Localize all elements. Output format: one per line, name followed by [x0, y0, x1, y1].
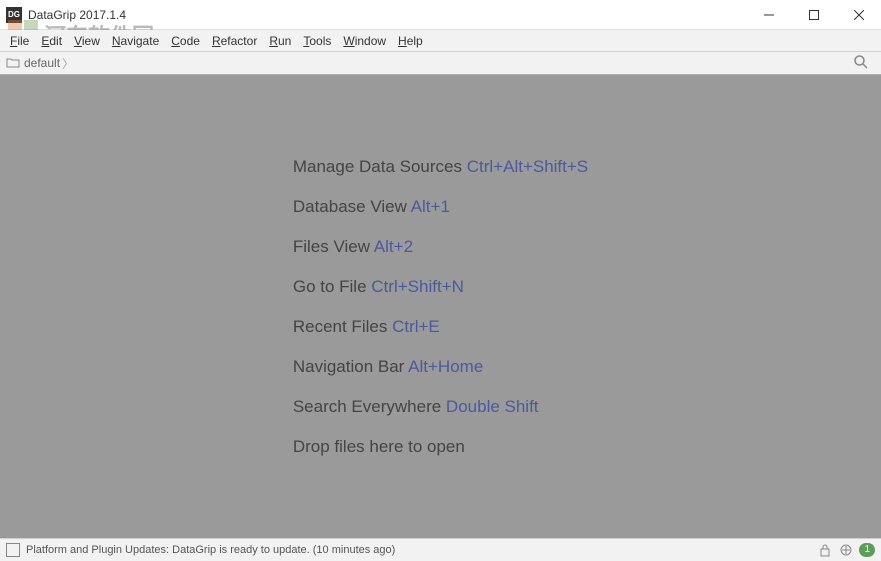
hint-navigation-bar: Navigation Bar Alt+Home	[293, 357, 588, 377]
hint-recent-files: Recent Files Ctrl+E	[293, 317, 588, 337]
tool-window-toggle-icon[interactable]	[6, 543, 20, 557]
minimize-button[interactable]	[746, 0, 791, 30]
menu-tools[interactable]: Tools	[297, 32, 337, 50]
hint-drop-files: Drop files here to open	[293, 437, 588, 457]
notification-badge[interactable]: 1	[859, 543, 875, 557]
menubar: File Edit View Navigate Code Refactor Ru…	[0, 30, 881, 52]
window-title: DataGrip 2017.1.4	[28, 8, 126, 22]
hint-database-view: Database View Alt+1	[293, 197, 588, 217]
hint-go-to-file: Go to File Ctrl+Shift+N	[293, 277, 588, 297]
hints-list: Manage Data Sources Ctrl+Alt+Shift+S Dat…	[293, 157, 588, 457]
maximize-button[interactable]	[791, 0, 836, 30]
search-icon[interactable]	[853, 54, 871, 72]
hint-files-view: Files View Alt+2	[293, 237, 588, 257]
app-icon: DG	[6, 7, 22, 23]
menu-help[interactable]: Help	[392, 32, 429, 50]
breadcrumb-bar: default 〉	[0, 52, 881, 75]
folder-icon	[6, 56, 20, 70]
menu-window[interactable]: Window	[337, 32, 392, 50]
menu-navigate[interactable]: Navigate	[106, 32, 165, 50]
hint-manage-data-sources: Manage Data Sources Ctrl+Alt+Shift+S	[293, 157, 588, 177]
menu-view[interactable]: View	[68, 32, 106, 50]
titlebar: DG DataGrip 2017.1.4	[0, 0, 881, 30]
editor-empty-state: Manage Data Sources Ctrl+Alt+Shift+S Dat…	[0, 75, 881, 538]
menu-file[interactable]: File	[4, 32, 35, 50]
breadcrumb-item[interactable]: default	[24, 56, 60, 70]
hint-search-everywhere: Search Everywhere Double Shift	[293, 397, 588, 417]
statusbar: Platform and Plugin Updates: DataGrip is…	[0, 538, 881, 561]
breadcrumb-separator: 〉	[62, 55, 74, 72]
menu-run[interactable]: Run	[263, 32, 297, 50]
lock-icon[interactable]	[819, 543, 833, 557]
menu-edit[interactable]: Edit	[35, 32, 68, 50]
status-message[interactable]: Platform and Plugin Updates: DataGrip is…	[26, 544, 395, 556]
menu-code[interactable]: Code	[165, 32, 206, 50]
menu-refactor[interactable]: Refactor	[206, 32, 263, 50]
window-controls	[746, 0, 881, 30]
close-button[interactable]	[836, 0, 881, 30]
goto-icon[interactable]	[839, 543, 853, 557]
